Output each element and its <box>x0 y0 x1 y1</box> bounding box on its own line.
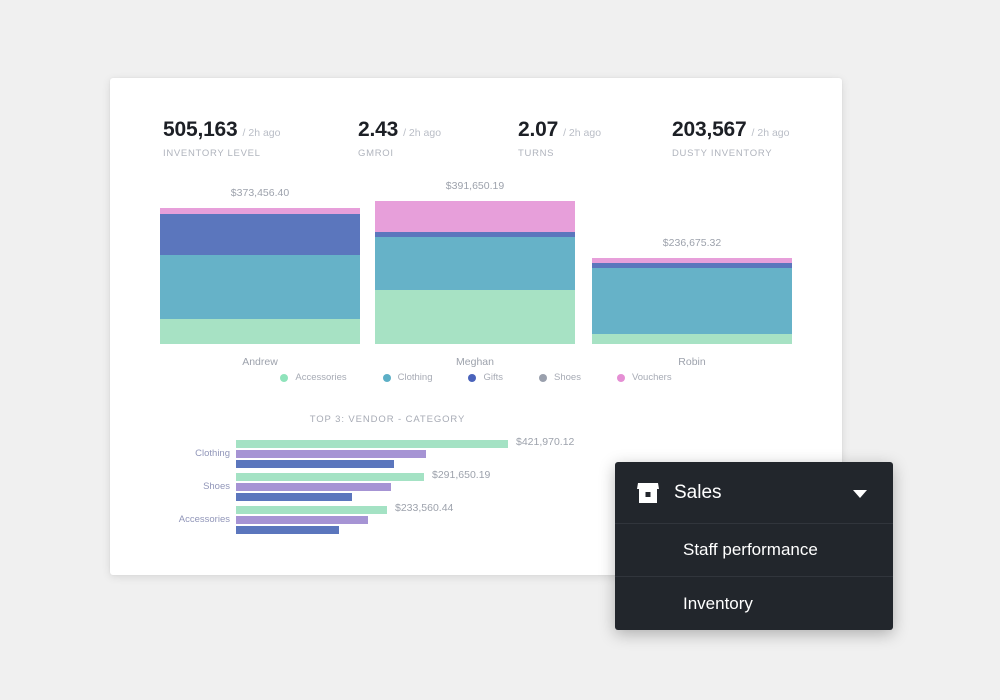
legend-label: Accessories <box>295 372 347 383</box>
stacked-bar-segment-accessories[interactable] <box>160 318 360 344</box>
hbar-series-3[interactable] <box>236 460 394 468</box>
legend-swatch-icon <box>468 373 477 382</box>
kpi-label: INVENTORY LEVEL <box>163 148 261 159</box>
menu-item-staff-performance[interactable]: Staff performance <box>615 524 893 577</box>
kpi-delta: / 2h ago <box>242 127 281 139</box>
hbar-series-3[interactable] <box>236 493 352 501</box>
stacked-bar-segment-clothing[interactable] <box>592 268 792 334</box>
hbar-bars: $291,650.19 <box>236 469 666 503</box>
stacked-bar-segment-clothing[interactable] <box>160 255 360 319</box>
shop-icon <box>637 482 659 503</box>
stacked-bar-category-label: Andrew <box>242 356 278 368</box>
kpi-value: 2.43 <box>358 118 399 141</box>
sales-dropdown-menu[interactable]: Sales Staff performance Inventory <box>615 462 893 630</box>
hbar-value-label: $233,560.44 <box>395 502 454 514</box>
hbar-series-2[interactable] <box>236 450 426 458</box>
hbar-series-1[interactable] <box>236 440 508 448</box>
kpi-delta: / 2h ago <box>751 127 790 139</box>
stacked-bar-category-label: Meghan <box>456 356 494 368</box>
top3-chart-title: TOP 3: VENDOR - CATEGORY <box>309 414 466 425</box>
chart-legend: Accessories Clothing Gifts Shoes Vouchers <box>110 372 842 383</box>
stacked-bar-total-label: $391,650.19 <box>445 180 505 192</box>
stacked-bar-stack <box>375 201 575 344</box>
staff-performance-stacked-chart: $373,456.40 Andrew $391,650.19 Meghan $236,6… <box>110 178 842 378</box>
kpi-delta: / 2h ago <box>403 127 442 139</box>
stacked-bar-segment-vouchers[interactable] <box>375 201 575 232</box>
legend-item-accessories[interactable]: Accessories <box>280 372 347 383</box>
hbar-bars: $233,560.44 <box>236 502 666 536</box>
kpi-top: 2.43 / 2h ago <box>358 118 441 142</box>
stacked-bar-group[interactable]: $373,456.40 Andrew <box>160 187 360 368</box>
menu-item-inventory[interactable]: Inventory <box>615 577 893 630</box>
stacked-bar-stack <box>592 258 792 344</box>
kpi-value: 505,163 <box>163 118 238 141</box>
hbar-bars: $421,970.12 <box>236 436 666 470</box>
legend-swatch-icon <box>539 373 548 382</box>
hbar-series-1[interactable] <box>236 473 424 481</box>
stacked-bar-group[interactable]: $236,675.32 Robin <box>592 237 792 368</box>
kpi-top: 505,163 / 2h ago <box>163 118 280 142</box>
kpi-row: 505,163 / 2h ago INVENTORY LEVEL 2.43 / … <box>110 118 842 178</box>
legend-label: Gifts <box>483 372 504 383</box>
kpi-top: 203,567 / 2h ago <box>672 118 789 142</box>
stacked-bar-total-label: $236,675.32 <box>662 237 722 249</box>
legend-item-vouchers[interactable]: Vouchers <box>616 372 672 383</box>
legend-label: Clothing <box>397 372 433 383</box>
stacked-bar-segment-accessories[interactable] <box>592 334 792 344</box>
hbar-category-label: Shoes <box>203 481 230 492</box>
legend-swatch-icon <box>382 373 391 382</box>
kpi-value: 2.07 <box>518 118 559 141</box>
hbar-value-label: $421,970.12 <box>516 436 575 448</box>
hbar-series-3[interactable] <box>236 526 339 534</box>
hbar-category-label: Clothing <box>195 448 230 459</box>
kpi-gmroi: 2.43 / 2h ago GMROI <box>358 118 441 159</box>
hbar-category-label: Accessories <box>178 514 230 525</box>
legend-swatch-icon <box>280 373 289 382</box>
stacked-bar-segment-gifts[interactable] <box>160 213 360 256</box>
hbar-series-2[interactable] <box>236 483 391 491</box>
stacked-bar-total-label: $373,456.40 <box>230 187 290 199</box>
kpi-dusty-inventory: 203,567 / 2h ago DUSTY INVENTORY <box>672 118 789 159</box>
kpi-label: GMROI <box>358 148 394 159</box>
kpi-label: DUSTY INVENTORY <box>672 148 773 159</box>
kpi-top: 2.07 / 2h ago <box>518 118 601 142</box>
stacked-bar-segment-clothing[interactable] <box>375 236 575 291</box>
legend-item-gifts[interactable]: Gifts <box>468 372 503 383</box>
legend-swatch-icon <box>616 373 625 382</box>
stacked-bar-stack <box>160 208 360 344</box>
hbar-value-label: $291,650.19 <box>432 469 491 481</box>
chevron-down-icon[interactable] <box>853 489 867 498</box>
kpi-delta: / 2h ago <box>563 127 602 139</box>
kpi-label: TURNS <box>518 148 555 159</box>
hbar-series-1[interactable] <box>236 506 387 514</box>
legend-item-clothing[interactable]: Clothing <box>382 372 433 383</box>
stacked-bar-group[interactable]: $391,650.19 Meghan <box>375 180 575 368</box>
kpi-turns: 2.07 / 2h ago TURNS <box>518 118 601 159</box>
legend-label: Shoes <box>554 372 581 383</box>
stacked-bar-category-label: Robin <box>678 356 706 368</box>
menu-title: Sales <box>674 481 722 503</box>
stacked-bar-segment-accessories[interactable] <box>375 290 575 344</box>
screen-root: 505,163 / 2h ago INVENTORY LEVEL 2.43 / … <box>0 0 1000 700</box>
menu-header[interactable]: Sales <box>615 462 893 524</box>
kpi-value: 203,567 <box>672 118 747 141</box>
legend-label: Vouchers <box>631 372 672 383</box>
legend-item-shoes[interactable]: Shoes <box>539 372 581 383</box>
kpi-inventory-level: 505,163 / 2h ago INVENTORY LEVEL <box>163 118 280 159</box>
hbar-series-2[interactable] <box>236 516 368 524</box>
